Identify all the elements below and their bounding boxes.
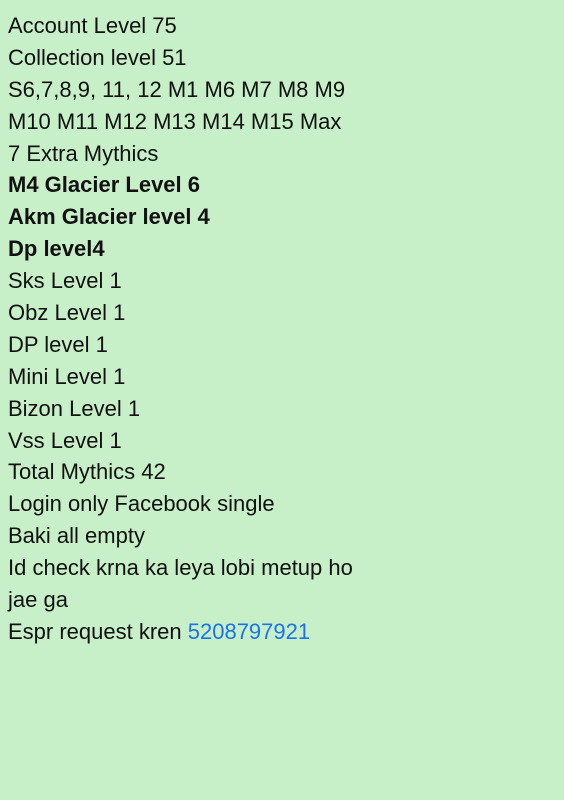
dp-level1: DP level 1 bbox=[8, 329, 556, 361]
total-mythics: Total Mythics 42 bbox=[8, 456, 556, 488]
espr-request-prefix: Espr request kren 5208797921 bbox=[8, 616, 556, 648]
mini-level: Mini Level 1 bbox=[8, 361, 556, 393]
extra-mythics: 7 Extra Mythics bbox=[8, 138, 556, 170]
dp-level4: Dp level4 bbox=[8, 233, 556, 265]
id-check-line1: Id check krna ka leya lobi metup ho bbox=[8, 552, 556, 584]
m4-glacier: M4 Glacier Level 6 bbox=[8, 169, 556, 201]
obz-level: Obz Level 1 bbox=[8, 297, 556, 329]
sks-level: Sks Level 1 bbox=[8, 265, 556, 297]
vss-level: Vss Level 1 bbox=[8, 425, 556, 457]
login-info: Login only Facebook single bbox=[8, 488, 556, 520]
phone-number[interactable]: 5208797921 bbox=[188, 619, 310, 644]
collection-level: Collection level 51 bbox=[8, 42, 556, 74]
account-level: Account Level 75 bbox=[8, 10, 556, 42]
bizon-level: Bizon Level 1 bbox=[8, 393, 556, 425]
skins-line1: S6,7,8,9, 11, 12 M1 M6 M7 M8 M9 bbox=[8, 74, 556, 106]
baki-info: Baki all empty bbox=[8, 520, 556, 552]
skins-line2: M10 M11 M12 M13 M14 M15 Max bbox=[8, 106, 556, 138]
id-check-line2: jae ga bbox=[8, 584, 556, 616]
main-content: Account Level 75Collection level 51S6,7,… bbox=[8, 10, 556, 648]
akm-glacier: Akm Glacier level 4 bbox=[8, 201, 556, 233]
